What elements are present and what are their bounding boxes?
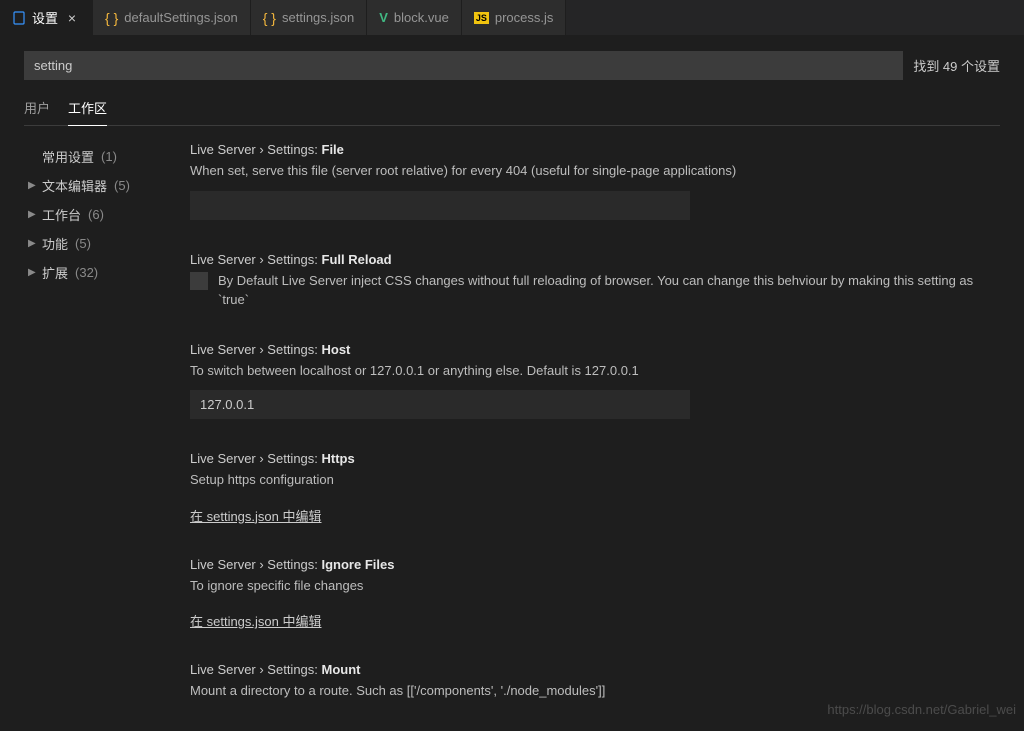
tab-default-settings-json[interactable]: { } defaultSettings.json — [93, 0, 251, 35]
json-icon: { } — [105, 10, 118, 26]
editor-tab-bar: 设置 × { } defaultSettings.json { } settin… — [0, 0, 1024, 35]
sidebar-item-label: 功能 — [42, 234, 68, 253]
sidebar-item-label: 文本编辑器 — [42, 176, 107, 195]
settings-result-count: 找到 49 个设置 — [913, 56, 1000, 75]
setting-title: Live Server › Settings: Mount — [190, 662, 994, 677]
tab-process-js[interactable]: JS process.js — [462, 0, 567, 35]
close-icon[interactable]: × — [64, 10, 80, 26]
sidebar-item-workbench[interactable]: ▶ 工作台 (6) — [28, 200, 190, 229]
tab-settings[interactable]: 设置 × — [0, 0, 93, 35]
sidebar-item-count: (1) — [101, 149, 117, 164]
sidebar-item-label: 扩展 — [42, 263, 68, 282]
settings-file-icon — [12, 11, 26, 25]
setting-description: To ignore specific file changes — [190, 576, 994, 596]
setting-description: Setup https configuration — [190, 470, 994, 490]
setting-full-reload-checkbox[interactable] — [190, 272, 208, 290]
sidebar-item-label: 工作台 — [42, 205, 81, 224]
tab-block-vue[interactable]: V block.vue — [367, 0, 462, 35]
setting-description: When set, serve this file (server root r… — [190, 161, 994, 181]
setting-title: Live Server › Settings: File — [190, 142, 994, 157]
settings-body: 常用设置 (1) ▶ 文本编辑器 (5) ▶ 工作台 (6) ▶ 功能 (5) … — [0, 142, 1024, 731]
setting-host-input[interactable] — [190, 390, 690, 419]
setting-file-input[interactable] — [190, 191, 690, 220]
tab-label: block.vue — [394, 10, 449, 25]
sidebar-item-features[interactable]: ▶ 功能 (5) — [28, 229, 190, 258]
tab-label: defaultSettings.json — [124, 10, 237, 25]
setting-title: Live Server › Settings: Ignore Files — [190, 557, 994, 572]
edit-in-settings-json-link[interactable]: 在 settings.json 中编辑 — [190, 506, 322, 525]
edit-in-settings-json-link[interactable]: 在 settings.json 中编辑 — [190, 611, 322, 630]
setting-title: Live Server › Settings: Https — [190, 451, 994, 466]
sidebar-item-common[interactable]: 常用设置 (1) — [28, 142, 190, 171]
setting-full-reload: Live Server › Settings: Full Reload By D… — [190, 252, 994, 310]
scope-tab-user[interactable]: 用户 — [24, 98, 50, 125]
chevron-right-icon: ▶ — [28, 238, 38, 249]
setting-description: To switch between localhost or 127.0.0.1… — [190, 361, 994, 381]
settings-search-row: 找到 49 个设置 — [24, 51, 1000, 80]
setting-host: Live Server › Settings: Host To switch b… — [190, 342, 994, 420]
sidebar-item-count: (5) — [114, 178, 130, 193]
sidebar-item-count: (6) — [88, 207, 104, 222]
tab-label: settings.json — [282, 10, 354, 25]
watermark: https://blog.csdn.net/Gabriel_wei — [827, 702, 1016, 717]
chevron-right-icon: ▶ — [28, 209, 38, 220]
sidebar-item-label: 常用设置 — [42, 147, 94, 166]
settings-content: Live Server › Settings: File When set, s… — [190, 142, 1024, 731]
setting-title: Live Server › Settings: Host — [190, 342, 994, 357]
settings-search-input[interactable] — [24, 51, 903, 80]
tab-settings-json[interactable]: { } settings.json — [251, 0, 368, 35]
sidebar-item-count: (32) — [75, 265, 98, 280]
setting-description: By Default Live Server inject CSS change… — [218, 271, 994, 310]
setting-https: Live Server › Settings: Https Setup http… — [190, 451, 994, 525]
vue-icon: V — [379, 10, 388, 25]
sidebar-item-extensions[interactable]: ▶ 扩展 (32) — [28, 258, 190, 287]
sidebar-item-count: (5) — [75, 236, 91, 251]
settings-scope-tabs: 用户 工作区 — [24, 98, 1000, 126]
scope-tab-workspace[interactable]: 工作区 — [68, 98, 107, 125]
sidebar-item-text-editor[interactable]: ▶ 文本编辑器 (5) — [28, 171, 190, 200]
tab-label: 设置 — [32, 8, 58, 27]
chevron-right-icon: ▶ — [28, 180, 38, 191]
json-icon: { } — [263, 10, 276, 26]
setting-ignore-files: Live Server › Settings: Ignore Files To … — [190, 557, 994, 631]
settings-sidebar: 常用设置 (1) ▶ 文本编辑器 (5) ▶ 工作台 (6) ▶ 功能 (5) … — [0, 142, 190, 731]
setting-description: Mount a directory to a route. Such as [[… — [190, 681, 994, 701]
setting-title: Live Server › Settings: Full Reload — [190, 252, 994, 267]
chevron-right-icon: ▶ — [28, 267, 38, 278]
js-icon: JS — [474, 12, 489, 24]
tab-label: process.js — [495, 10, 554, 25]
setting-file: Live Server › Settings: File When set, s… — [190, 142, 994, 220]
setting-mount: Live Server › Settings: Mount Mount a di… — [190, 662, 994, 701]
